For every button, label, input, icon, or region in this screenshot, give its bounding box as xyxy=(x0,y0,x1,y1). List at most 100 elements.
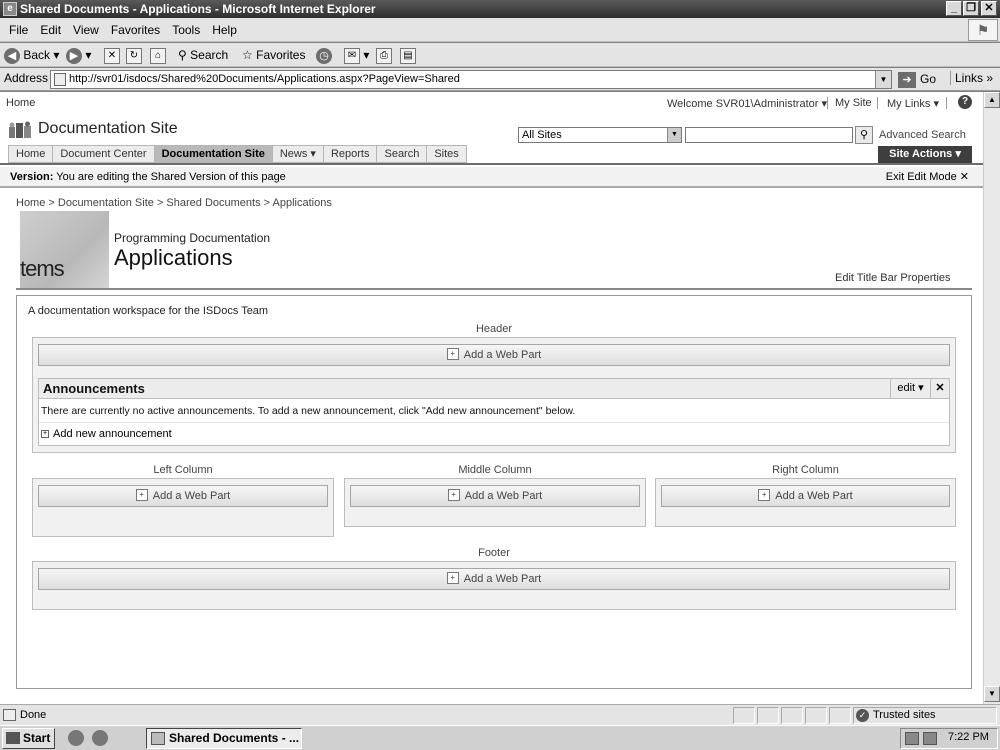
tab-documentation-site[interactable]: Documentation Site xyxy=(154,145,273,163)
add-web-part-icon: + xyxy=(758,489,771,502)
ie-app-icon[interactable]: e xyxy=(3,2,17,16)
announcements-empty-text: There are currently no active announceme… xyxy=(41,405,576,417)
add-web-part-icon: + xyxy=(446,348,459,361)
help-icon[interactable]: ? xyxy=(958,95,972,109)
home-button[interactable]: ⌂ xyxy=(150,46,166,64)
my-site-link[interactable]: My Site xyxy=(835,97,872,109)
history-button[interactable]: ◷ xyxy=(316,46,332,64)
status-text: Done xyxy=(20,709,47,721)
footer-zone-label: Footer xyxy=(478,547,510,559)
back-button[interactable]: ◀ Back ▾ xyxy=(4,46,59,64)
site-title[interactable]: Documentation Site xyxy=(38,120,178,138)
scroll-down-button[interactable]: ▼ xyxy=(984,686,1000,702)
web-part-edit-menu[interactable]: edit ▾ xyxy=(890,379,930,399)
exit-edit-mode-link[interactable]: Exit Edit Mode ✕ xyxy=(886,167,969,187)
mail-icon: ✉ xyxy=(344,47,360,64)
address-url: http://svr01/isdocs/Shared%20Documents/A… xyxy=(69,73,460,85)
add-web-part-button-right[interactable]: + Add a Web Part xyxy=(661,485,950,507)
address-input[interactable]: http://svr01/isdocs/Shared%20Documents/A… xyxy=(50,70,892,89)
page-icon xyxy=(54,73,66,86)
star-icon: ☆ xyxy=(242,48,253,62)
forward-button[interactable]: ▶ ▾ xyxy=(66,46,91,64)
edit-page-icon: ▤ xyxy=(400,47,416,64)
chevron-down-icon: ▼ xyxy=(667,128,681,142)
add-web-part-icon: + xyxy=(447,489,460,502)
search-go-button[interactable]: ⚲ xyxy=(855,126,873,144)
page-status-icon xyxy=(3,709,16,721)
address-dropdown-button[interactable]: ▼ xyxy=(875,71,891,88)
breadcrumb[interactable]: Home > Documentation Site > Shared Docum… xyxy=(16,197,332,209)
menu-edit[interactable]: Edit xyxy=(34,18,67,42)
menu-view[interactable]: View xyxy=(67,18,105,42)
close-button[interactable]: ✕ xyxy=(981,1,997,16)
menu-tools[interactable]: Tools xyxy=(166,18,206,42)
tab-search[interactable]: Search xyxy=(377,145,428,163)
page-viewport: Home Welcome SVR01\Administrator ▾ My Si… xyxy=(0,92,983,704)
advanced-search-link[interactable]: Advanced Search xyxy=(879,129,966,141)
network-icon[interactable] xyxy=(905,732,919,745)
left-column-label: Left Column xyxy=(153,464,213,476)
search-icon: ⚲ xyxy=(178,48,187,62)
web-part-close-button[interactable]: ✕ xyxy=(930,379,949,399)
announcements-title[interactable]: Announcements xyxy=(43,381,145,396)
back-arrow-icon: ◀ xyxy=(4,47,20,64)
stop-icon: ✕ xyxy=(104,47,120,64)
add-web-part-button-middle[interactable]: + Add a Web Part xyxy=(350,485,640,507)
add-web-part-button-footer[interactable]: + Add a Web Part xyxy=(38,568,950,590)
announcements-web-part: Announcements edit ▾ ✕ There are current… xyxy=(38,378,950,446)
stop-button[interactable]: ✕ xyxy=(104,46,120,64)
status-cell xyxy=(805,707,827,724)
scroll-up-button[interactable]: ▲ xyxy=(984,92,1000,108)
tab-sites[interactable]: Sites xyxy=(427,145,467,163)
links-button[interactable]: Links » xyxy=(950,71,993,85)
menu-file[interactable]: File xyxy=(3,18,34,42)
restore-button[interactable]: ❐ xyxy=(963,1,979,16)
minimize-button[interactable]: _ xyxy=(946,1,962,16)
security-zone-text: Trusted sites xyxy=(873,709,936,721)
page-title: Applications xyxy=(114,245,233,270)
add-web-part-button-header[interactable]: + Add a Web Part xyxy=(38,344,950,366)
tab-reports[interactable]: Reports xyxy=(323,145,378,163)
menu-bar: File Edit View Favorites Tools Help ⚑ xyxy=(0,18,1000,42)
taskbar-button-shared-documents[interactable]: Shared Documents - ... xyxy=(146,728,302,749)
announcements-header: Announcements edit ▾ ✕ xyxy=(39,379,949,399)
clock[interactable]: 7:22 PM xyxy=(948,731,989,743)
home-link[interactable]: Home xyxy=(6,97,35,109)
history-icon: ◷ xyxy=(316,47,332,64)
edit-page-button[interactable]: ▤ xyxy=(400,46,416,64)
security-icon[interactable] xyxy=(923,732,937,745)
middle-column-label: Middle Column xyxy=(458,464,532,476)
vertical-scrollbar[interactable]: ▲ ▼ xyxy=(983,92,1000,704)
status-cell xyxy=(829,707,851,724)
tab-home[interactable]: Home xyxy=(8,145,54,163)
refresh-button[interactable]: ↻ xyxy=(126,46,142,64)
add-web-part-button-left[interactable]: + Add a Web Part xyxy=(38,485,328,507)
add-new-announcement-link[interactable]: + Add new announcement xyxy=(39,422,949,445)
site-actions-menu[interactable]: Site Actions ▾ xyxy=(878,146,972,163)
search-input[interactable] xyxy=(685,127,853,143)
menu-favorites[interactable]: Favorites xyxy=(105,18,166,42)
tab-news[interactable]: News ▾ xyxy=(272,145,324,163)
go-button[interactable]: ➜ Go xyxy=(898,70,942,89)
divider xyxy=(16,288,972,290)
search-scope-select[interactable]: All Sites ▼ xyxy=(518,127,682,143)
print-button[interactable]: ⎙ xyxy=(376,46,392,64)
mail-button[interactable]: ✉ ▾ xyxy=(344,46,369,64)
toolbar: ◀ Back ▾ ▶ ▾ ✕ ↻ ⌂ ⚲ Search ☆ Favorites … xyxy=(0,43,1000,67)
add-bullet-icon: + xyxy=(41,430,49,438)
my-links-menu[interactable]: My Links ▾ xyxy=(887,97,939,110)
trusted-sites-icon: ✓ xyxy=(856,709,869,722)
favorites-button[interactable]: ☆ Favorites xyxy=(242,46,305,64)
tab-document-center[interactable]: Document Center xyxy=(53,145,155,163)
menu-help[interactable]: Help xyxy=(206,18,243,42)
search-button[interactable]: ⚲ Search xyxy=(178,46,228,64)
divider xyxy=(877,97,878,109)
windows-flag-logo: ⚑ xyxy=(968,19,998,41)
window-title-bar[interactable]: e Shared Documents - Applications - Micr… xyxy=(0,0,1000,18)
start-button[interactable]: Start xyxy=(2,728,55,749)
divider xyxy=(0,163,983,165)
quick-launch-desktop-icon[interactable] xyxy=(68,730,84,746)
edit-title-bar-properties-link[interactable]: Edit Title Bar Properties xyxy=(835,272,951,284)
quick-launch-ie-icon[interactable] xyxy=(92,730,108,746)
welcome-menu[interactable]: Welcome SVR01\Administrator ▾ xyxy=(667,97,827,110)
